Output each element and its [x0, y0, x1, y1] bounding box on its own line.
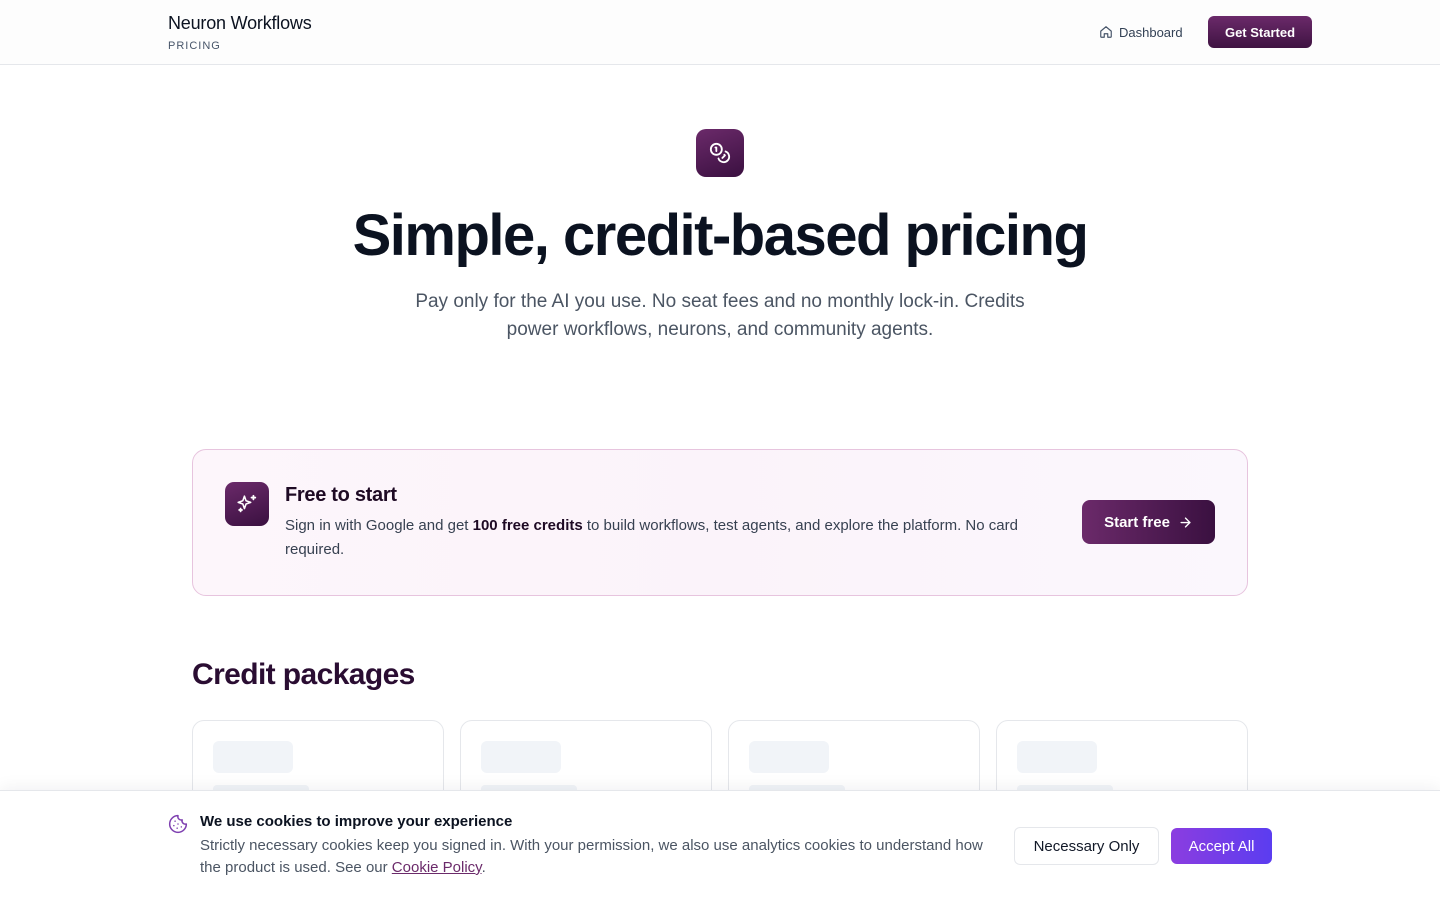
- free-desc-text: Sign in with Google and get: [285, 517, 473, 534]
- get-started-button[interactable]: Get Started: [1208, 16, 1312, 48]
- cookie-description: Strictly necessary cookies keep you sign…: [200, 835, 1000, 879]
- page-title: Simple, credit-based pricing: [352, 203, 1089, 268]
- brand-subtitle: PRICING: [168, 40, 221, 52]
- free-card-description: Sign in with Google and get 100 free cre…: [285, 514, 1065, 562]
- coins-icon: [696, 129, 744, 177]
- free-card-title: Free to start: [285, 484, 397, 506]
- sparkles-icon: [225, 482, 269, 526]
- skeleton-title: [1017, 741, 1097, 773]
- cookie-text-end: .: [481, 859, 486, 876]
- cookie-text: Strictly necessary cookies keep you sign…: [200, 837, 983, 876]
- nav-dashboard-label: Dashboard: [1119, 24, 1183, 40]
- home-icon: [1100, 26, 1112, 38]
- cookie-title: We use cookies to improve your experienc…: [200, 813, 513, 830]
- accept-all-button[interactable]: Accept All: [1171, 828, 1272, 864]
- start-free-label: Start free: [1104, 513, 1170, 531]
- page-subtitle: Pay only for the AI you use. No seat fee…: [415, 291, 1025, 340]
- skeleton-title: [213, 741, 293, 773]
- brand-title[interactable]: Neuron Workflows: [168, 13, 312, 34]
- skeleton-title: [749, 741, 829, 773]
- free-to-start-card: Free to start Sign in with Google and ge…: [192, 449, 1248, 596]
- skeleton-title: [481, 741, 561, 773]
- arrow-right-icon: [1180, 516, 1191, 528]
- nav-dashboard-link[interactable]: Dashboard: [1099, 22, 1183, 42]
- top-header: Neuron Workflows PRICING Dashboard Get S…: [0, 0, 1440, 65]
- start-free-button[interactable]: Start free: [1082, 500, 1215, 544]
- credit-packages-heading: Credit packages: [192, 658, 415, 691]
- free-credits-highlight: 100 free credits: [472, 517, 583, 534]
- necessary-only-button[interactable]: Necessary Only: [1014, 827, 1159, 865]
- cookie-icon: [168, 814, 188, 834]
- cookie-policy-link[interactable]: Cookie Policy: [392, 859, 482, 876]
- cookie-consent-banner: We use cookies to improve your experienc…: [0, 790, 1440, 900]
